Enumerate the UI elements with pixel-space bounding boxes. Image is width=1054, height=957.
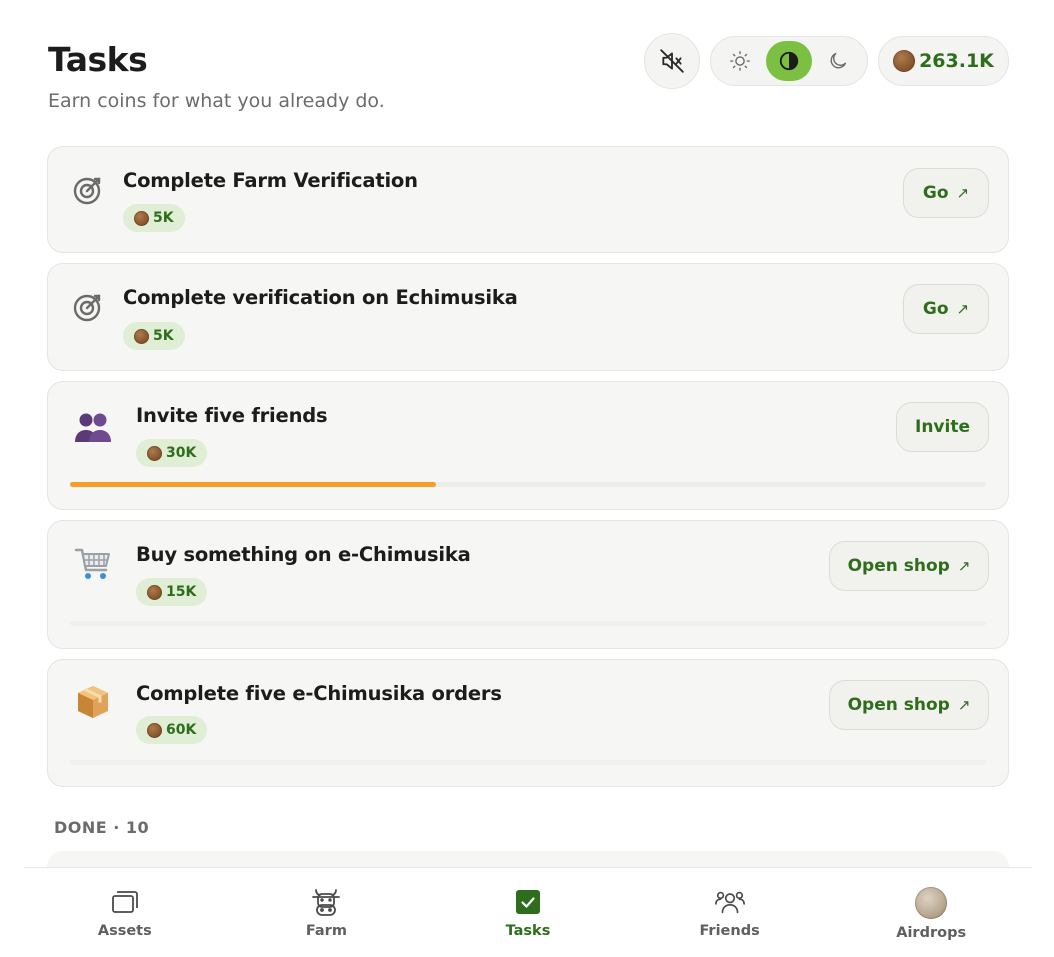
task-card: Complete five e-Chimusika orders 60K Ope…	[47, 659, 1009, 787]
task-card: Buy something on e-Chimusika 15K Open sh…	[47, 520, 1009, 649]
coin-icon	[893, 50, 916, 72]
cart-icon	[73, 545, 113, 583]
task-title: Complete verification on Echimusika	[123, 286, 518, 309]
balance-amount: 263.1K	[919, 50, 994, 72]
task-card: Complete Farm Verification 5K Go ↗	[47, 146, 1009, 253]
arrow-up-right-icon: ↗	[956, 300, 970, 318]
check-square-icon	[512, 886, 544, 918]
page-title: Tasks	[48, 40, 148, 79]
coin-icon	[147, 722, 162, 738]
task-progress-bar	[70, 482, 986, 487]
arrow-up-right-icon: ↗	[957, 557, 971, 575]
coin-icon	[134, 328, 149, 344]
task-progress-bar	[70, 621, 986, 626]
target-icon	[71, 290, 105, 324]
package-icon	[76, 684, 110, 720]
task-title: Invite five friends	[136, 404, 328, 427]
arrow-up-right-icon: ↗	[956, 184, 970, 202]
coin-icon	[147, 445, 162, 461]
coin-balance[interactable]: 263.1K	[878, 36, 1009, 86]
task-reward: 15K	[136, 578, 208, 606]
task-title: Buy something on e-Chimusika	[136, 543, 471, 566]
sun-icon	[730, 51, 750, 71]
bottom-nav: Assets Farm Tasks Friends Airdrops	[24, 867, 1032, 957]
contrast-icon	[779, 51, 799, 71]
nav-item-assets[interactable]: Assets	[24, 868, 226, 957]
open-shop-button[interactable]: Open shop ↗	[829, 680, 989, 730]
task-title: Complete five e-Chimusika orders	[136, 682, 502, 705]
page-subtitle: Earn coins for what you already do.	[48, 90, 385, 112]
task-reward: 5K	[123, 322, 185, 350]
theme-contrast-option[interactable]	[766, 41, 812, 81]
invite-button[interactable]: Invite	[896, 402, 989, 452]
cow-icon	[310, 886, 342, 918]
task-reward: 30K	[136, 439, 208, 467]
nav-item-tasks[interactable]: Tasks	[427, 868, 629, 957]
nav-item-airdrops[interactable]: Airdrops	[830, 868, 1032, 957]
theme-switcher	[710, 36, 868, 86]
go-button[interactable]: Go ↗	[903, 284, 989, 334]
coin-icon	[134, 210, 149, 226]
tasks-page: Tasks Earn coins for what you already do…	[0, 0, 1054, 957]
task-progress-bar	[70, 760, 986, 765]
done-section-label: DONE · 10	[54, 818, 150, 837]
task-reward: 5K	[123, 204, 185, 232]
nav-item-friends[interactable]: Friends	[629, 868, 831, 957]
task-progress-fill	[70, 482, 437, 487]
assets-icon	[109, 886, 141, 918]
coin-icon	[147, 584, 162, 600]
go-button[interactable]: Go ↗	[903, 168, 989, 218]
coin-avatar-icon	[914, 886, 948, 920]
moon-icon	[830, 52, 847, 69]
arrow-up-right-icon: ↗	[957, 696, 971, 714]
task-title: Complete Farm Verification	[123, 169, 418, 192]
task-card: Complete verification on Echimusika 5K G…	[47, 263, 1009, 371]
friends-outline-icon	[714, 886, 746, 918]
nav-item-farm[interactable]: Farm	[226, 868, 428, 957]
theme-light-option[interactable]	[717, 41, 763, 81]
mute-button[interactable]	[644, 33, 700, 89]
speaker-muted-icon	[660, 49, 684, 73]
target-icon	[71, 173, 105, 207]
open-shop-button[interactable]: Open shop ↗	[829, 541, 989, 591]
task-card: Invite five friends 30K Invite	[47, 381, 1009, 510]
task-reward: 60K	[136, 716, 208, 744]
theme-dark-option[interactable]	[815, 41, 861, 81]
friends-icon	[74, 410, 112, 444]
